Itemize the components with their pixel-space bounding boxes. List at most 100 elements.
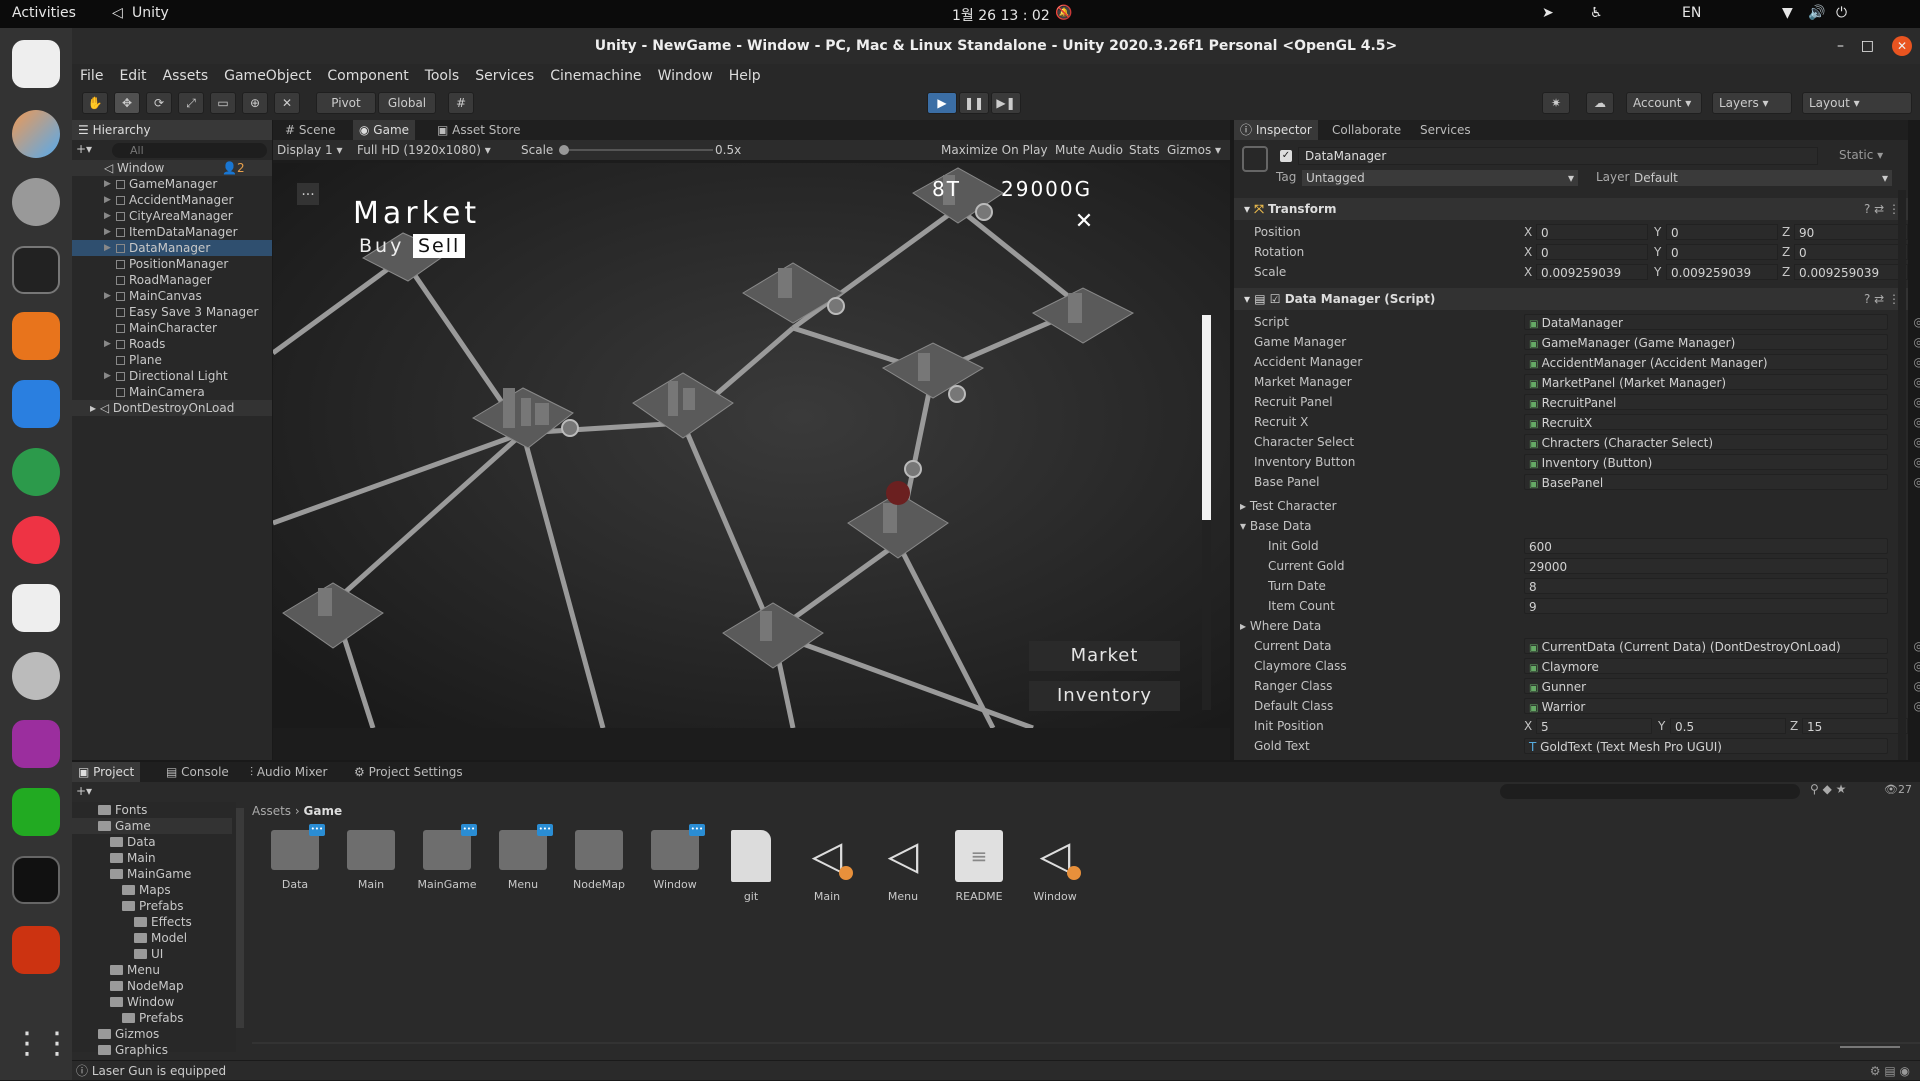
breadcrumb-assets[interactable]: Assets xyxy=(252,804,291,818)
layout-dropdown[interactable]: Layout ▾ xyxy=(1802,92,1912,114)
terminal-icon[interactable] xyxy=(12,246,60,294)
menu-window[interactable]: Window xyxy=(650,64,721,88)
android-studio-icon[interactable] xyxy=(12,788,60,836)
asset-item[interactable]: git xyxy=(716,830,786,903)
tab-project-settings[interactable]: ⚙ Project Settings xyxy=(348,762,469,782)
rider-icon[interactable] xyxy=(12,926,60,974)
hand-tool-icon[interactable]: ✋ xyxy=(82,92,108,114)
telegram-icon[interactable]: ➤ xyxy=(1542,5,1554,21)
tab-project[interactable]: ▣ Project xyxy=(72,762,141,782)
scale-slider-thumb[interactable] xyxy=(559,145,569,155)
scene-row-window[interactable]: ◁ Window 👤2 xyxy=(72,160,272,176)
object-picker-icon[interactable]: ◎ xyxy=(1914,696,1920,716)
property-field[interactable]: ▣ Inventory (Button) xyxy=(1524,454,1888,470)
market-button[interactable]: Market xyxy=(1029,641,1180,671)
object-picker-icon[interactable]: ◎ xyxy=(1914,472,1920,492)
hierarchy-item[interactable]: Plane xyxy=(72,352,272,368)
object-picker-icon[interactable]: ◎ xyxy=(1914,352,1920,372)
asset-item[interactable]: ◁ Window xyxy=(1020,830,1090,903)
asset-item[interactable]: ◁ Main xyxy=(792,830,862,903)
folder-tree-item[interactable]: UI xyxy=(72,946,232,962)
status-message[interactable]: Laser Gun is equipped xyxy=(92,1064,226,1078)
property-field[interactable]: ▣ BasePanel xyxy=(1524,474,1888,490)
hierarchy-search-input[interactable]: All xyxy=(112,143,267,158)
property-field[interactable]: ▣ RecruitX xyxy=(1524,414,1888,430)
transform-z-field[interactable]: 0 xyxy=(1794,244,1908,260)
expand-arrow-icon[interactable]: ▶ xyxy=(104,336,111,352)
scale-slider[interactable] xyxy=(563,149,713,151)
init-position-z[interactable]: 15 xyxy=(1802,718,1908,734)
asset-item[interactable]: ••• Menu xyxy=(488,824,558,891)
show-apps-grid-icon[interactable]: ⋮⋮ xyxy=(12,1020,72,1068)
object-picker-icon[interactable]: ◎ xyxy=(1914,332,1920,352)
move-tool-icon[interactable]: ✥ xyxy=(114,92,140,114)
rotate-tool-icon[interactable]: ⟳ xyxy=(146,92,172,114)
menu-edit[interactable]: Edit xyxy=(111,64,154,88)
hierarchy-item[interactable]: MainCharacter xyxy=(72,320,272,336)
asset-item[interactable]: ◁ Menu xyxy=(868,830,938,903)
pinta-icon[interactable] xyxy=(12,110,60,158)
hierarchy-item[interactable]: ▶ DataManager xyxy=(72,240,272,256)
pause-button[interactable]: ❚❚ xyxy=(959,92,989,114)
clock[interactable]: 1월 26 13 : 02 xyxy=(952,5,1050,25)
rect-tool-icon[interactable]: ▭ xyxy=(210,92,236,114)
asset-item[interactable]: ≡ README xyxy=(944,830,1014,903)
script-header[interactable]: ▾ ▤ ☑ Data Manager (Script)? ⇄ ⋮ xyxy=(1234,288,1908,310)
accessibility-icon[interactable]: ♿ xyxy=(1590,5,1603,21)
folder-tree-item[interactable]: Menu xyxy=(72,962,232,978)
menu-component[interactable]: Component xyxy=(319,64,416,88)
menu-services[interactable]: Services xyxy=(467,64,542,88)
collab-icon[interactable]: ✷ xyxy=(1542,92,1570,114)
expand-arrow-icon[interactable]: ▶ xyxy=(104,240,111,256)
transform-tool-icon[interactable]: ⊕ xyxy=(242,92,268,114)
volume-icon[interactable]: 🔊 xyxy=(1808,5,1825,21)
object-picker-icon[interactable]: ◎ xyxy=(1914,392,1920,412)
screenshot-app-icon[interactable] xyxy=(12,40,60,88)
script-menu-icon[interactable]: ? ⇄ ⋮ xyxy=(1864,288,1900,310)
transform-x-field[interactable]: 0 xyxy=(1536,224,1648,240)
property-field[interactable]: 9 xyxy=(1524,598,1888,614)
project-search-input[interactable] xyxy=(1500,784,1800,799)
property-field[interactable]: ▣ MarketPanel (Market Manager) xyxy=(1524,374,1888,390)
scale-tool-icon[interactable]: ⤢ xyxy=(178,92,204,114)
transform-z-field[interactable]: 90 xyxy=(1794,224,1908,240)
object-picker-icon[interactable]: ◎ xyxy=(1914,656,1920,676)
asset-item[interactable]: ••• Window xyxy=(640,824,710,891)
folder-tree-item[interactable]: Window xyxy=(72,994,232,1010)
pivot-toggle[interactable]: Pivot xyxy=(316,92,376,114)
folder-tree-item[interactable]: Fonts xyxy=(72,802,232,818)
menu-gameobject[interactable]: GameObject xyxy=(216,64,319,88)
ulauncher-icon[interactable] xyxy=(12,720,60,768)
layers-dropdown[interactable]: Layers ▾ xyxy=(1712,92,1792,114)
settings-gear-icon[interactable] xyxy=(12,178,60,226)
expand-arrow-icon[interactable]: ▶ xyxy=(104,192,111,208)
tab-collaborate[interactable]: Collaborate xyxy=(1326,120,1407,140)
asset-item[interactable]: NodeMap xyxy=(564,830,634,891)
folder-tree-item[interactable]: Gizmos xyxy=(72,1026,232,1042)
hierarchy-item[interactable]: ▶ AccidentManager xyxy=(72,192,272,208)
property-field[interactable]: ▣ Warrior xyxy=(1524,698,1888,714)
property-field[interactable]: ▣ RecruitPanel xyxy=(1524,394,1888,410)
asset-item[interactable]: ••• MainGame xyxy=(412,824,482,891)
property-field[interactable]: ▣ AccidentManager (Accident Manager) xyxy=(1524,354,1888,370)
chrome-icon[interactable] xyxy=(12,448,60,496)
transform-x-field[interactable]: 0 xyxy=(1536,244,1648,260)
hierarchy-item[interactable]: ▶ MainCanvas xyxy=(72,288,272,304)
where-data-foldout[interactable]: ▸ Where Data xyxy=(1234,616,1908,636)
transform-menu-icon[interactable]: ? ⇄ ⋮ xyxy=(1864,198,1900,220)
unity-hub-icon[interactable] xyxy=(12,856,60,904)
add-object-button[interactable]: +▾ xyxy=(76,142,106,158)
hierarchy-item[interactable]: MainCamera xyxy=(72,384,272,400)
status-icons[interactable]: ⚙ ▤ ◉ xyxy=(1870,1061,1910,1081)
display-dropdown[interactable]: Display 1 ▾ xyxy=(277,140,343,160)
icon-size-slider[interactable] xyxy=(1840,1046,1900,1048)
expand-arrow-icon[interactable]: ▶ xyxy=(104,288,111,304)
scene-row-dontdestroy[interactable]: ▸ ◁ DontDestroyOnLoad xyxy=(72,400,272,416)
play-button[interactable]: ▶ xyxy=(927,92,957,114)
transform-y-field[interactable]: 0 xyxy=(1666,224,1778,240)
game-viewport[interactable]: ... Market Buy Sell ✕ 8T 29000G Market I… xyxy=(273,163,1230,728)
tab-services[interactable]: Services xyxy=(1414,120,1477,140)
hierarchy-item[interactable]: ▶ Roads xyxy=(72,336,272,352)
custom-tool-icon[interactable]: ✕ xyxy=(274,92,300,114)
folder-tree-item[interactable]: Prefabs xyxy=(72,898,232,914)
